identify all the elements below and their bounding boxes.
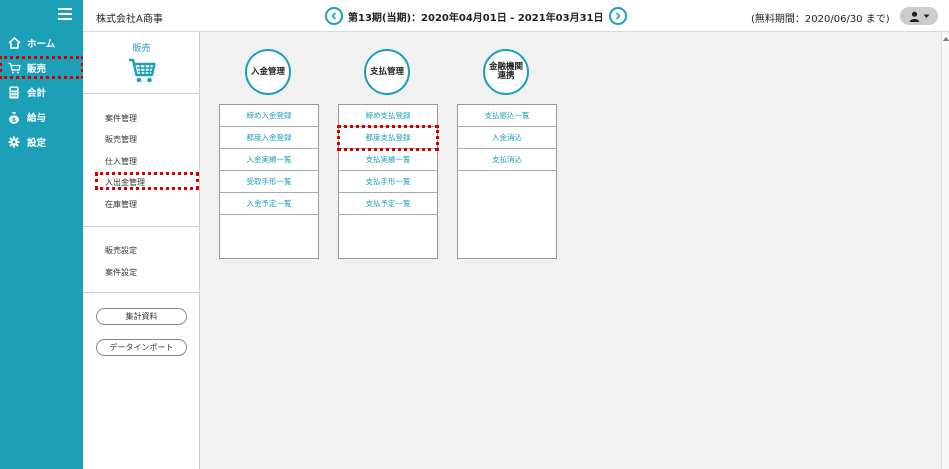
submenu-link-cash-management[interactable]: 入出金管理	[105, 177, 145, 188]
user-icon	[909, 11, 919, 22]
submenu-link-inventory[interactable]: 在庫管理	[105, 199, 137, 210]
group-receipts: 締め入金登録 都度入金登録 入金実績一覧 受取手形一覧 入金予定一覧	[219, 104, 319, 259]
summary-report-button[interactable]: 集計資料	[96, 308, 187, 325]
submenu-link-project-settings[interactable]: 案件設定	[105, 267, 137, 278]
sidebar: ホーム 販売 会計 $ 給与 設定	[0, 0, 84, 469]
chevron-right-icon	[615, 12, 621, 20]
svg-text:$: $	[12, 117, 16, 124]
chevron-left-icon	[331, 12, 337, 20]
period-label: 第13期(当期)：2020年04月01日 - 2021年03月31日	[348, 12, 604, 24]
group-title-payments: 支払管理	[364, 49, 410, 95]
submenu-link-sales-settings[interactable]: 販売設定	[105, 245, 137, 256]
divider	[83, 93, 200, 94]
sidebar-item-label: 設定	[27, 138, 47, 149]
link-payment-transfers[interactable]: 支払振込一覧	[458, 105, 556, 127]
sidebar-item-sales[interactable]: 販売	[0, 56, 84, 79]
link-each-payment-entry[interactable]: 都度支払登録	[337, 125, 439, 151]
link-payment-matching[interactable]: 支払消込	[458, 149, 556, 171]
company-name: 株式会社A商事	[96, 14, 163, 25]
sidebar-item-label: 会計	[27, 88, 47, 99]
submenu-link-projects[interactable]: 案件管理	[105, 113, 137, 124]
user-menu-button[interactable]	[900, 7, 938, 25]
header: 株式会社A商事 第13期(当期)：2020年04月01日 - 2021年03月3…	[83, 0, 949, 32]
calculator-icon	[7, 85, 21, 99]
divider	[83, 292, 200, 293]
cart-icon	[7, 61, 21, 75]
main-content: 入金管理 締め入金登録 都度入金登録 入金実績一覧 受取手形一覧 入金予定一覧 …	[200, 32, 941, 469]
scroll-up-icon[interactable]	[943, 37, 949, 41]
link-each-receipt-entry[interactable]: 都度入金登録	[220, 127, 318, 149]
submenu-link-purchase-management[interactable]: 仕入管理	[105, 156, 137, 167]
group-payments: 締め支払登録 都度支払登録 支払実績一覧 支払手形一覧 支払予定一覧	[337, 104, 439, 259]
group-bank-integration: 支払振込一覧 入金消込 支払消込	[457, 104, 557, 259]
link-payment-schedule[interactable]: 支払予定一覧	[339, 193, 437, 215]
link-receipt-matching[interactable]: 入金消込	[458, 127, 556, 149]
submenu-link-sales-management[interactable]: 販売管理	[105, 134, 137, 145]
sidebar-item-payroll[interactable]: $ 給与	[0, 107, 83, 127]
link-payment-results[interactable]: 支払実績一覧	[339, 149, 437, 171]
sidebar-item-settings[interactable]: 設定	[0, 132, 83, 152]
submenu-title: 販売	[132, 44, 151, 54]
sidebar-item-home[interactable]: ホーム	[0, 33, 83, 53]
sidebar-item-accounting[interactable]: 会計	[0, 82, 83, 102]
group-title-receipts: 入金管理	[245, 49, 291, 95]
link-notes-receivable[interactable]: 受取手形一覧	[220, 171, 318, 193]
gear-icon	[7, 135, 21, 149]
home-icon	[7, 36, 21, 50]
cart-icon	[127, 56, 157, 84]
sidebar-item-label: 給与	[27, 113, 47, 124]
link-receipt-schedule[interactable]: 入金予定一覧	[220, 193, 318, 215]
link-closing-receipt-entry[interactable]: 締め入金登録	[220, 105, 318, 127]
next-period-button[interactable]	[608, 7, 627, 25]
scrollbar[interactable]	[941, 32, 949, 469]
sidebar-item-label: 販売	[27, 63, 47, 75]
hamburger-menu-icon[interactable]	[58, 8, 72, 20]
caret-down-icon	[923, 14, 929, 18]
period-selector: 第13期(当期)：2020年04月01日 - 2021年03月31日	[325, 7, 627, 25]
link-receipt-results[interactable]: 入金実績一覧	[220, 149, 318, 171]
sidebar-item-label: ホーム	[27, 39, 56, 50]
money-bag-icon: $	[7, 110, 21, 124]
prev-period-button[interactable]	[325, 7, 343, 25]
divider	[83, 226, 200, 227]
data-import-button[interactable]: データインポート	[96, 339, 187, 356]
trial-period: (無料期間：2020/06/30 まで)	[751, 14, 890, 25]
link-closing-payment-entry[interactable]: 締め支払登録	[339, 105, 437, 127]
link-notes-payable[interactable]: 支払手形一覧	[339, 171, 437, 193]
group-title-bank-integration: 金融機関連携	[483, 49, 529, 95]
submenu-panel: 販売 案件管理 販売管理 仕入管理 入出金管理 在庫管理 販売設定 案件設定 集…	[83, 32, 200, 469]
